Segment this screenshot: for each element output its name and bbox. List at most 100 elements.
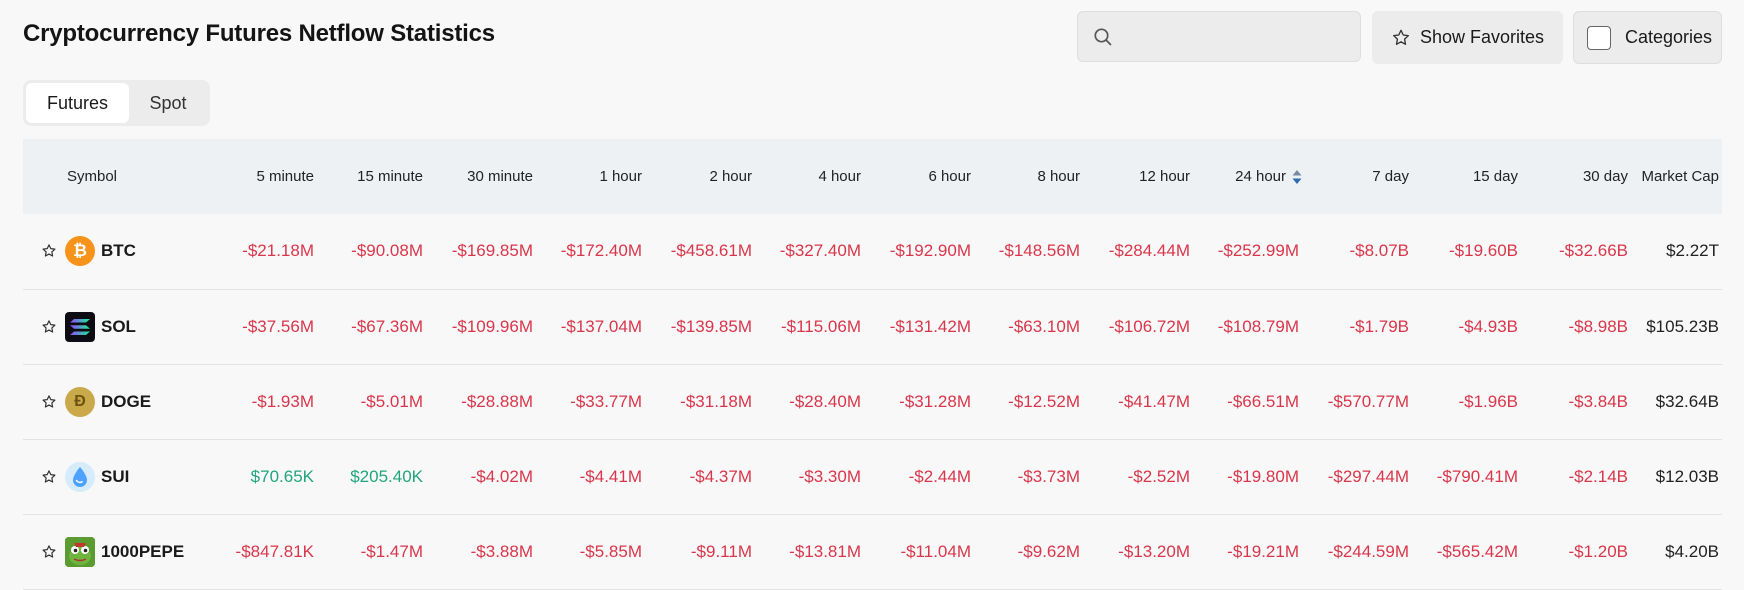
netflow-cell-30-day: -$8.98B [1529,289,1639,365]
col-header-symbol[interactable]: Symbol [23,139,213,214]
netflow-cell-30-day: -$32.66B [1529,214,1639,290]
market-cap-cell: $32.64B [1639,364,1722,440]
col-header-2-hour[interactable]: 2 hour [653,139,763,214]
col-header-market-cap[interactable]: Market Cap [1639,139,1722,214]
netflow-cell-15-day: -$790.41M [1420,439,1529,515]
netflow-cell-8-hour: -$63.10M [982,289,1091,365]
netflow-cell-12-hour: -$106.72M [1091,289,1201,365]
netflow-cell-1-hour: -$4.41M [544,439,653,515]
netflow-cell-5-minute: -$847.81K [213,514,325,590]
symbol-cell: SUI [23,439,213,515]
col-header-30-minute[interactable]: 30 minute [434,139,544,214]
netflow-cell-12-hour: -$2.52M [1091,439,1201,515]
favorite-star-icon[interactable] [41,243,57,259]
table-row[interactable]: Ð DOGE -$1.93M -$5.01M -$28.88M -$33.77M -$31.… [23,364,1722,440]
table-header-row: Symbol 5 minute 15 minute 30 minute 1 ho… [23,139,1722,214]
netflow-cell-5-minute: -$21.18M [213,214,325,290]
tab-futures[interactable]: Futures [26,83,129,123]
search-box[interactable] [1077,11,1361,62]
netflow-cell-7-day: -$297.44M [1310,439,1420,515]
netflow-cell-15-minute: -$90.08M [325,214,434,290]
netflow-cell-30-minute: -$169.85M [434,214,544,290]
table-row[interactable]: 1000PEPE -$847.81K -$1.47M -$3.88M -$5.85M -$… [23,514,1722,590]
netflow-cell-7-day: -$1.79B [1310,289,1420,365]
netflow-cell-5-minute: -$37.56M [213,289,325,365]
col-header-7-day[interactable]: 7 day [1310,139,1420,214]
symbol-cell: SOL [23,289,213,365]
tab-spot[interactable]: Spot [129,83,207,123]
netflow-cell-6-hour: -$11.04M [872,514,982,590]
symbol-cell: ₿ BTC [23,214,213,290]
star-icon [1392,29,1409,45]
search-input[interactable] [1120,20,1354,56]
market-cap-cell: $12.03B [1639,439,1722,515]
netflow-cell-30-day: -$3.84B [1529,364,1639,440]
netflow-cell-30-minute: -$109.96M [434,289,544,365]
categories-checkbox[interactable] [1587,25,1611,50]
netflow-cell-15-minute: -$1.47M [325,514,434,590]
market-cap-cell: $2.22T [1639,214,1722,290]
netflow-cell-15-day: -$565.42M [1420,514,1529,590]
bitcoin-icon: ₿ [65,236,95,267]
sort-desc-icon[interactable] [1292,169,1302,185]
show-favorites-label: Show Favorites [1419,27,1545,47]
categories-label: Categories [1625,27,1713,47]
symbol-cell: Ð DOGE [23,364,213,440]
page-title: Cryptocurrency Futures Netflow Statistic… [23,20,495,47]
table-row[interactable]: SOL -$37.56M -$67.36M -$109.96M -$137.04M -$1… [23,289,1722,365]
netflow-cell-6-hour: -$31.28M [872,364,982,440]
col-header-1-hour[interactable]: 1 hour [544,139,653,214]
dogecoin-icon: Ð [65,386,95,417]
netflow-cell-2-hour: -$31.18M [653,364,763,440]
netflow-table: Symbol 5 minute 15 minute 30 minute 1 ho… [23,139,1722,590]
col-header-12-hour[interactable]: 12 hour [1091,139,1201,214]
show-favorites-button[interactable]: Show Favorites [1372,11,1563,64]
netflow-cell-7-day: -$244.59M [1310,514,1420,590]
sui-icon [65,461,95,492]
categories-toggle[interactable]: Categories [1573,11,1722,64]
netflow-cell-8-hour: -$3.73M [982,439,1091,515]
netflow-cell-6-hour: -$131.42M [872,289,982,365]
netflow-cell-2-hour: -$9.11M [653,514,763,590]
symbol-label: SOL [101,316,136,336]
market-cap-cell: $4.20B [1639,514,1722,590]
col-header-15-day[interactable]: 15 day [1420,139,1529,214]
search-icon [1094,28,1112,46]
netflow-cell-15-minute: -$67.36M [325,289,434,365]
col-header-30-day[interactable]: 30 day [1529,139,1639,214]
netflow-cell-4-hour: -$327.40M [763,214,872,290]
netflow-cell-12-hour: -$13.20M [1091,514,1201,590]
netflow-cell-6-hour: -$2.44M [872,439,982,515]
netflow-cell-24-hour: -$66.51M [1201,364,1310,440]
table-row[interactable]: SUI $70.65K $205.40K -$4.02M -$4.41M -$4.37M -… [23,439,1722,515]
netflow-cell-15-minute: -$5.01M [325,364,434,440]
col-header-24-hour[interactable]: 24 hour [1201,139,1310,214]
netflow-cell-30-minute: -$3.88M [434,514,544,590]
netflow-cell-1-hour: -$137.04M [544,289,653,365]
favorite-star-icon[interactable] [41,394,57,410]
favorite-star-icon[interactable] [41,469,57,485]
table-row[interactable]: ₿ BTC -$21.18M -$90.08M -$169.85M -$172.40M -$… [23,214,1722,290]
netflow-cell-8-hour: -$12.52M [982,364,1091,440]
netflow-cell-6-hour: -$192.90M [872,214,982,290]
col-header-4-hour[interactable]: 4 hour [763,139,872,214]
col-header-5-minute[interactable]: 5 minute [213,139,325,214]
netflow-cell-5-minute: $70.65K [213,439,325,515]
netflow-cell-4-hour: -$28.40M [763,364,872,440]
symbol-label: 1000PEPE [101,541,185,561]
netflow-cell-30-day: -$1.20B [1529,514,1639,590]
netflow-cell-4-hour: -$115.06M [763,289,872,365]
netflow-cell-12-hour: -$41.47M [1091,364,1201,440]
favorite-star-icon[interactable] [41,544,57,560]
col-header-15-minute[interactable]: 15 minute [325,139,434,214]
symbol-label: DOGE [101,391,152,411]
netflow-cell-30-minute: -$28.88M [434,364,544,440]
netflow-cell-4-hour: -$13.81M [763,514,872,590]
col-header-8-hour[interactable]: 8 hour [982,139,1091,214]
netflow-cell-12-hour: -$284.44M [1091,214,1201,290]
netflow-cell-24-hour: -$19.80M [1201,439,1310,515]
netflow-cell-7-day: -$8.07B [1310,214,1420,290]
symbol-cell: 1000PEPE [23,514,213,590]
col-header-6-hour[interactable]: 6 hour [872,139,982,214]
favorite-star-icon[interactable] [41,319,57,335]
